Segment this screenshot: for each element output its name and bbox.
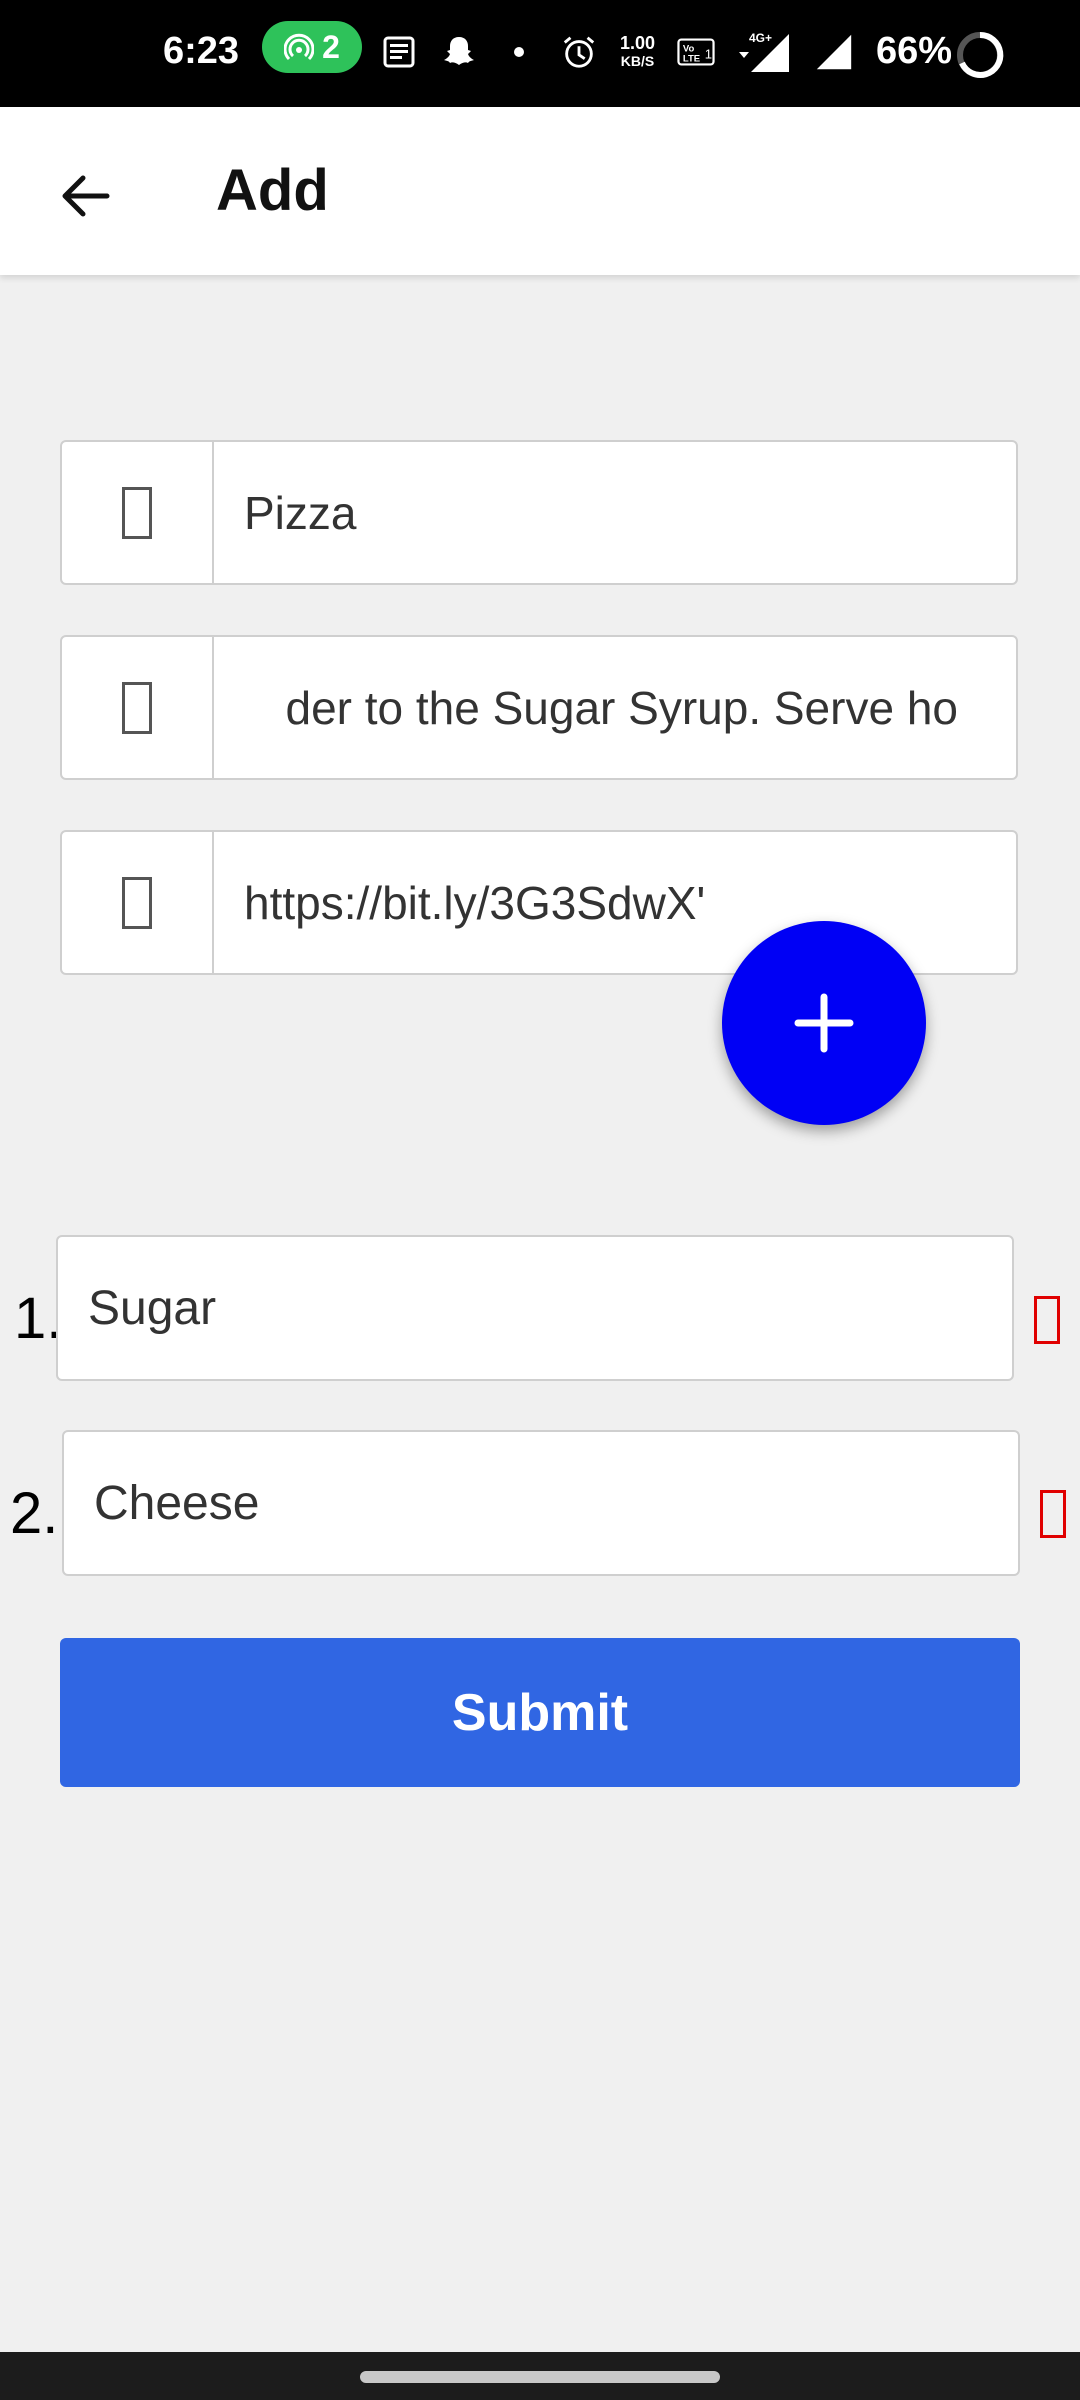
- ingredient-input[interactable]: [64, 1432, 1018, 1574]
- name-input[interactable]: [214, 442, 1016, 583]
- description-input[interactable]: der to the Sugar Syrup. Serve ho: [214, 637, 1016, 778]
- submit-button[interactable]: Submit: [60, 1638, 1020, 1787]
- speed-unit: KB/S: [620, 53, 655, 69]
- status-time: 6:23: [163, 30, 240, 72]
- snapchat-icon: [440, 33, 478, 71]
- missing-glyph-icon: [122, 876, 152, 929]
- status-icons: 1.00 KB/S Vo LTE 1 4G+: [380, 22, 853, 82]
- svg-text:1: 1: [705, 47, 712, 62]
- app-bar: Add: [0, 107, 1080, 275]
- name-field: [60, 440, 1018, 585]
- speed-value: 1.00: [620, 33, 656, 53]
- add-ingredient-button[interactable]: [722, 921, 926, 1125]
- description-field: der to the Sugar Syrup. Serve ho: [60, 635, 1018, 780]
- alarm-icon: [560, 33, 598, 71]
- missing-glyph-icon: [122, 681, 152, 734]
- svg-text:Vo: Vo: [683, 43, 695, 54]
- network-speed: 1.00 KB/S: [620, 34, 655, 70]
- page-title: Add: [216, 158, 329, 223]
- battery-ring-icon: [957, 31, 1004, 78]
- navigation-bar: [0, 2352, 1080, 2400]
- ingredient-field: [56, 1235, 1014, 1381]
- delete-ingredient-icon[interactable]: [1040, 1490, 1066, 1538]
- hotspot-count: 2: [322, 28, 340, 65]
- ingredient-field: [62, 1430, 1020, 1576]
- news-icon: [380, 33, 418, 71]
- arrow-left-icon: [62, 175, 110, 217]
- svg-text:LTE: LTE: [683, 54, 700, 65]
- plus-icon: [794, 993, 854, 1053]
- network-type: 4G+: [749, 31, 772, 45]
- signal-icon: [815, 33, 853, 71]
- signal-4g-icon: 4G+: [737, 31, 793, 72]
- hotspot-icon: [284, 33, 315, 61]
- hotspot-badge: 2: [262, 21, 362, 73]
- missing-glyph-icon: [122, 486, 152, 539]
- description-field-icon-slot: [62, 637, 214, 778]
- home-gesture-handle[interactable]: [360, 2371, 720, 2383]
- name-field-icon-slot: [62, 442, 214, 583]
- link-field-icon-slot: [62, 832, 214, 973]
- status-bar: 6:23 2 1.00 KB/S Vo LTE 1 4G+ 66%: [0, 0, 1080, 107]
- dot-icon: [500, 33, 538, 71]
- ingredient-number: 2.: [10, 1481, 59, 1546]
- description-text: der to the Sugar Syrup. Serve ho: [285, 681, 958, 734]
- delete-ingredient-icon[interactable]: [1034, 1296, 1060, 1344]
- ingredient-input[interactable]: [58, 1237, 1012, 1379]
- volte-icon: Vo LTE 1: [677, 33, 715, 71]
- battery-percent: 66%: [876, 30, 953, 72]
- back-button[interactable]: [40, 151, 130, 241]
